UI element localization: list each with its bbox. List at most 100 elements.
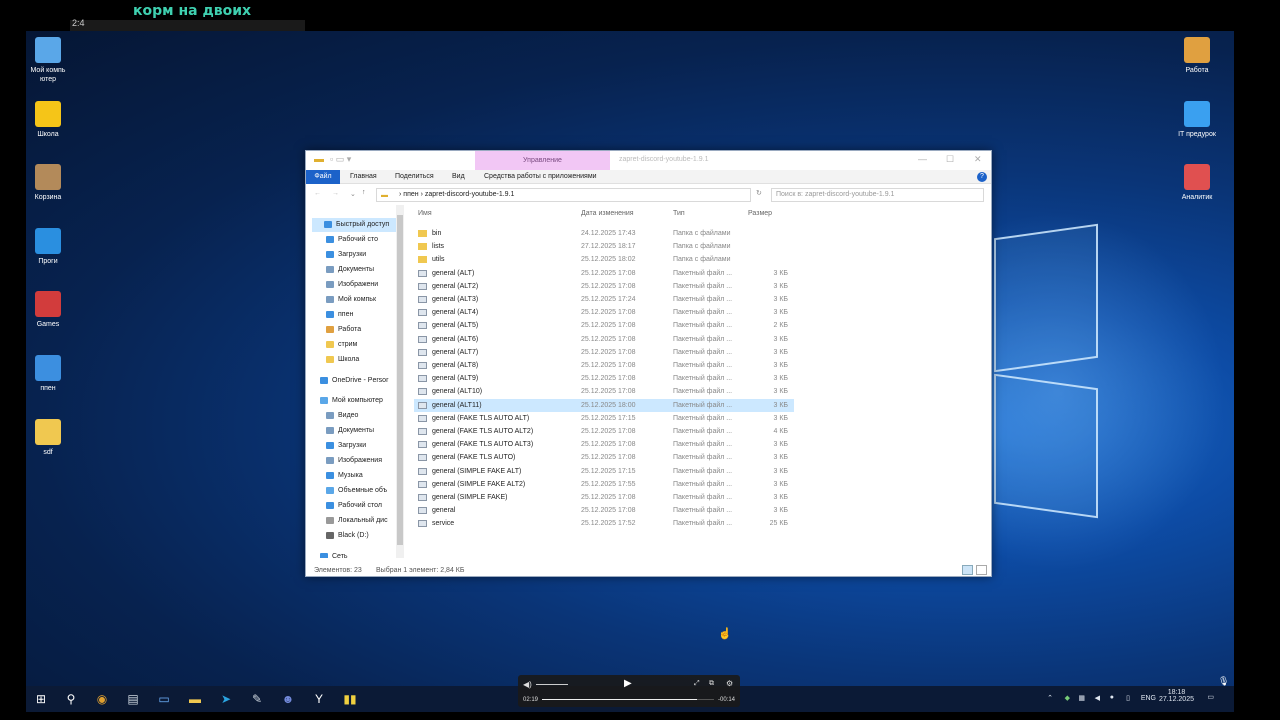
breadcrumb-item[interactable]: ппен (403, 191, 418, 198)
file-row[interactable]: general (FAKE TLS AUTO ALT3) 25.12.2025 1… (414, 438, 794, 451)
up-icon[interactable]: ↑ (362, 189, 366, 196)
manage-tab[interactable]: Управление (475, 151, 610, 170)
desktop-icon[interactable]: Корзина (26, 164, 72, 202)
fullscreen-icon[interactable]: ⤢ (694, 680, 700, 688)
discord-icon[interactable]: ☻ (280, 691, 296, 707)
file-row[interactable]: general (ALT11) 25.12.2025 18:00 Пакетный … (414, 398, 794, 412)
minimize-icon[interactable]: — (918, 154, 927, 164)
refresh-icon[interactable]: ↻ (756, 189, 762, 197)
nav-item[interactable]: Рабочий стол (326, 499, 382, 513)
show-hidden-icon[interactable]: ⌃ (1047, 694, 1053, 702)
explorer-icon[interactable]: ▬ (187, 691, 203, 707)
speaker-icon[interactable]: ◀ (1095, 694, 1100, 702)
breadcrumb-item[interactable]: zapret-discord-youtube-1.9.1 (425, 191, 515, 198)
search-icon[interactable]: ⚲ (63, 691, 79, 707)
nav-item[interactable]: Работа (326, 323, 361, 337)
file-row[interactable]: general (SIMPLE FAKE) 25.12.2025 17:08 Пак… (414, 491, 794, 504)
tab-view[interactable]: Вид (446, 170, 471, 184)
yandex-icon[interactable]: Y (311, 691, 327, 707)
desktop-icon[interactable]: Аналитик (1173, 164, 1221, 202)
file-row[interactable]: general (ALT10) 25.12.2025 17:08 Пакетный … (414, 385, 794, 398)
file-row[interactable]: general (ALT3) 25.12.2025 17:24 Пакетный ф… (414, 293, 794, 306)
nav-item[interactable]: Загрузки (326, 439, 366, 453)
nav-item[interactable]: Документы (326, 263, 374, 277)
file-row[interactable]: general (FAKE TLS AUTO ALT) 25.12.2025 17… (414, 412, 794, 425)
explorer-titlebar[interactable]: ▬ ▫ ▭ ▾ Управление zapret-discord-youtub… (306, 151, 991, 170)
nav-item[interactable]: Изображения (326, 454, 382, 468)
nav-item[interactable]: Мой компьютер (320, 394, 383, 408)
forward-icon[interactable]: → (332, 190, 339, 197)
file-row[interactable]: general (ALT) 25.12.2025 17:08 Пакетный фа… (414, 267, 794, 280)
file-row[interactable]: general (ALT8) 25.12.2025 17:08 Пакетный ф… (414, 359, 794, 372)
nav-scrollbar[interactable] (396, 205, 404, 558)
col-type[interactable]: Тип (673, 210, 685, 217)
notifications-icon[interactable]: ▭ (1207, 693, 1214, 701)
battery-icon[interactable]: ▯ (1126, 694, 1130, 702)
col-size[interactable]: Размер (748, 210, 772, 217)
notepad-icon[interactable]: ▤ (125, 691, 141, 707)
pause-app-icon[interactable]: ▮▮ (342, 691, 358, 707)
nav-item[interactable]: Музыка (326, 469, 363, 483)
file-row[interactable]: general 25.12.2025 17:08 Пакетный файл ...… (414, 504, 794, 517)
settings-gear-icon[interactable]: ⚙ (726, 679, 733, 688)
file-row[interactable]: general (SIMPLE FAKE ALT) 25.12.2025 17:1… (414, 465, 794, 478)
window-icon[interactable]: ▭ (156, 691, 172, 707)
nav-item[interactable]: Изображени (326, 278, 378, 292)
language-indicator[interactable]: ENG (1141, 695, 1156, 702)
search-input[interactable]: Поиск в: zapret-discord-youtube-1.9.1 (771, 188, 984, 202)
col-name[interactable]: Имя (418, 210, 432, 217)
desktop-icon[interactable]: IT предурок (1173, 101, 1221, 139)
maximize-icon[interactable]: ☐ (946, 154, 954, 165)
nav-item[interactable]: Мой компьк (326, 293, 376, 307)
desktop-icon[interactable]: Школа (26, 101, 72, 139)
nav-item[interactable]: Объемные объ (326, 484, 387, 498)
nav-item[interactable]: ппен (326, 308, 353, 322)
nav-item[interactable]: Документы (326, 424, 374, 438)
nav-item[interactable]: стрим (326, 338, 357, 352)
clock[interactable]: 18:18 27.12.2025 (1159, 689, 1194, 703)
telegram-icon[interactable]: ➤ (218, 691, 234, 707)
quick-access-toolbar-icon[interactable]: ▫ ▭ ▾ (330, 154, 351, 165)
address-bar[interactable]: ▬ › ппен › zapret-discord-youtube-1.9.1 (376, 188, 751, 202)
details-view-icon[interactable] (962, 565, 973, 575)
close-icon[interactable]: ✕ (974, 154, 982, 165)
desktop-icon[interactable]: Мой компь ютер (26, 37, 72, 84)
nav-item[interactable]: Школа (326, 353, 359, 367)
volume-slider[interactable] (536, 684, 568, 685)
desktop-icon[interactable]: Games (26, 291, 72, 329)
nav-item[interactable]: Локальный дис (326, 514, 388, 528)
nav-item[interactable]: Рабочий сто (326, 233, 378, 247)
nav-item[interactable]: OneDrive - Persor (320, 374, 388, 388)
tab-home[interactable]: Главная (344, 170, 383, 184)
desktop-icon[interactable]: sdf (26, 419, 72, 457)
file-row[interactable]: general (SIMPLE FAKE ALT2) 25.12.2025 17:… (414, 478, 794, 491)
help-icon[interactable]: ? (977, 172, 987, 182)
recent-chevron-icon[interactable]: ⌄ (350, 190, 356, 198)
pip-icon[interactable]: ⧉ (709, 680, 714, 688)
back-icon[interactable]: ← (314, 190, 321, 197)
file-row[interactable]: general (ALT5) 25.12.2025 17:08 Пакетный ф… (414, 319, 794, 332)
file-row[interactable]: lists 27.12.2025 18:17 Папка с файлами (414, 240, 794, 253)
chrome-icon[interactable]: ◉ (94, 691, 110, 707)
tab-file[interactable]: Файл (306, 170, 340, 184)
start-icon[interactable]: ⊞ (33, 691, 49, 707)
play-button[interactable]: ▶ (624, 678, 632, 689)
nav-item[interactable]: Быстрый доступ (312, 218, 396, 232)
file-row[interactable]: general (ALT9) 25.12.2025 17:08 Пакетный ф… (414, 372, 794, 385)
file-row[interactable]: service 25.12.2025 17:52 Пакетный файл ...… (414, 517, 794, 530)
file-row[interactable]: general (ALT6) 25.12.2025 17:08 Пакетный ф… (414, 333, 794, 346)
nav-item[interactable]: Сеть (320, 550, 348, 558)
tab-app-tools[interactable]: Средства работы с приложениями (478, 170, 603, 184)
steam-icon[interactable]: ✎ (249, 691, 265, 707)
nav-item[interactable]: Black (D:) (326, 529, 369, 543)
file-row[interactable]: general (ALT2) 25.12.2025 17:08 Пакетный ф… (414, 280, 794, 293)
file-explorer-window[interactable]: ▬ ▫ ▭ ▾ Управление zapret-discord-youtub… (305, 150, 992, 577)
col-date[interactable]: Дата изменения (581, 210, 634, 217)
file-row[interactable]: general (FAKE TLS AUTO) 25.12.2025 17:08 П… (414, 451, 794, 464)
file-row[interactable]: bin 24.12.2025 17:43 Папка с файлами (414, 227, 794, 240)
tab-share[interactable]: Поделиться (389, 170, 440, 184)
file-row[interactable]: general (ALT4) 25.12.2025 17:08 Пакетный ф… (414, 306, 794, 319)
nav-item[interactable]: Видео (326, 409, 358, 423)
desktop-icon[interactable]: Проги (26, 228, 72, 266)
mic-icon[interactable]: ● (1110, 694, 1114, 701)
